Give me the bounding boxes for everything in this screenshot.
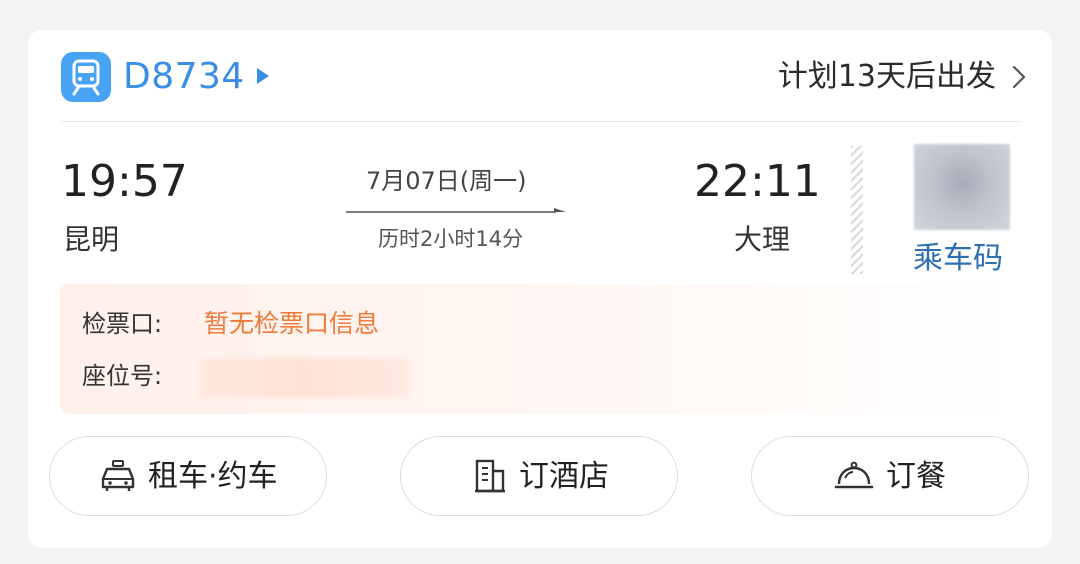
arrival-station: 大理	[734, 223, 791, 256]
ticket-perforation	[851, 146, 863, 274]
meal-cloche-icon	[834, 461, 874, 489]
gate-seat-info: 检票口: 暂无检票口信息 座位号:	[60, 284, 1020, 414]
header-divider	[61, 121, 1020, 122]
ticket-card: D8734 计划13天后出发 19:57 昆明 7月07日(周一) 历时2小时1…	[28, 30, 1052, 548]
taxi-button[interactable]: 租车·约车	[49, 436, 327, 516]
chevron-right-icon[interactable]	[1012, 65, 1026, 89]
boarding-code-label[interactable]: 乘车码	[913, 238, 1003, 280]
gate-value: 暂无检票口信息	[204, 309, 380, 338]
travel-duration: 历时2小时14分	[378, 227, 524, 251]
train-number[interactable]: D8734	[123, 52, 245, 102]
hotel-button-label: 订酒店	[519, 459, 609, 494]
travel-date: 7月07日(周一)	[366, 167, 527, 195]
meal-button[interactable]: 订餐	[751, 436, 1029, 516]
seat-value-redacted	[198, 358, 410, 398]
seat-label: 座位号:	[82, 362, 163, 390]
departure-countdown[interactable]: 计划13天后出发	[778, 54, 996, 100]
journey-arrow-icon	[346, 208, 566, 213]
play-arrow-icon[interactable]	[256, 67, 270, 85]
taxi-button-label: 租车·约车	[148, 459, 278, 494]
hotel-icon	[475, 459, 505, 493]
taxi-icon	[101, 460, 135, 491]
hotel-button[interactable]: 订酒店	[400, 436, 678, 516]
boarding-code-thumbnail[interactable]	[914, 144, 1010, 230]
arrival-time: 22:11	[694, 156, 821, 207]
meal-button-label: 订餐	[886, 459, 946, 494]
train-icon	[61, 52, 111, 102]
gate-label: 检票口:	[82, 310, 163, 338]
departure-time: 19:57	[61, 156, 188, 207]
departure-station: 昆明	[63, 223, 120, 256]
ticket-header[interactable]: D8734 计划13天后出发	[28, 30, 1052, 122]
